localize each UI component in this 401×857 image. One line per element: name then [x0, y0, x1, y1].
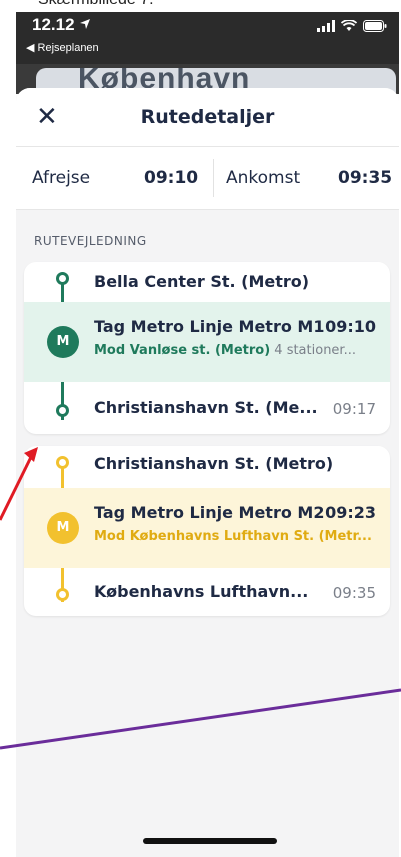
ride-title: Tag Metro Linje Metro M2	[94, 503, 325, 522]
ride-title: Tag Metro Linje Metro M1	[94, 317, 325, 336]
stop-dot	[56, 272, 69, 285]
time-summary: Afrejse 09:10 Ankomst 09:35	[16, 147, 399, 210]
direction-text: Mod Vanløse st. (Metro)	[94, 343, 271, 358]
route-leg-card-m2[interactable]: Christianshavn St. (Metro) M Tag Metro L…	[24, 446, 390, 616]
arrive-label: Ankomst	[226, 168, 301, 188]
arrival-time: 09:35	[332, 584, 376, 602]
stations-count: 4 stationer...	[270, 343, 356, 358]
start-stop-name: Christianshavn St. (Metro)	[94, 454, 334, 473]
location-arrow-icon	[80, 19, 91, 29]
ride-segment[interactable]: M Tag Metro Linje Metro M2 09:23 Mod Køb…	[24, 488, 390, 568]
stop-dot	[56, 404, 69, 417]
ride-direction: Mod Københavns Lufthavn St. (Metr...	[94, 529, 372, 544]
arrival-time: 09:17	[332, 400, 376, 418]
phone-screen: 12.12 ◀ Rejseplanen København ✕ Rutedeta…	[16, 12, 399, 857]
route-leg-card-m1[interactable]: Bella Center St. (Metro) M Tag Metro Lin…	[24, 262, 390, 434]
sheet-header: ✕ Rutedetaljer	[16, 88, 399, 147]
ride-departure-time: 09:23	[325, 503, 376, 522]
ride-departure-time: 09:10	[325, 317, 376, 336]
arrive-time: 09:35	[338, 168, 393, 188]
depart-label: Afrejse	[32, 168, 91, 188]
end-stop-name: Christianshavn St. (Me...	[94, 398, 318, 417]
status-time: 12.12	[32, 15, 91, 35]
battery-icon	[363, 20, 387, 32]
metro-icon: M	[47, 326, 79, 358]
wifi-icon	[341, 20, 357, 31]
system-icons	[317, 20, 387, 32]
ride-direction: Mod Vanløse st. (Metro) 4 stationer...	[94, 343, 356, 358]
divider	[213, 159, 214, 197]
signal-icon	[317, 20, 335, 32]
status-bar: 12.12 ◀ Rejseplanen	[16, 12, 399, 64]
metro-icon: M	[47, 512, 79, 544]
page-title: Rutedetaljer	[140, 106, 275, 128]
route-details-sheet: ✕ Rutedetaljer Afrejse 09:10 Ankomst 09:…	[16, 88, 399, 857]
stop-dot	[56, 456, 69, 469]
home-indicator[interactable]	[143, 838, 277, 844]
section-label: RUTEVEJLEDNING	[34, 234, 147, 248]
back-to-app-link[interactable]: ◀ Rejseplanen	[26, 41, 99, 54]
screenshot-caption: Skærmbillede 7.	[38, 0, 154, 9]
depart-time: 09:10	[144, 168, 199, 188]
start-stop-name: Bella Center St. (Metro)	[94, 272, 310, 291]
end-stop-name: Københavns Lufthavn...	[94, 582, 309, 601]
direction-text: Mod Københavns Lufthavn St. (Metr...	[94, 529, 372, 544]
ride-segment[interactable]: M Tag Metro Linje Metro M1 09:10 Mod Van…	[24, 302, 390, 382]
stop-dot	[56, 588, 69, 601]
